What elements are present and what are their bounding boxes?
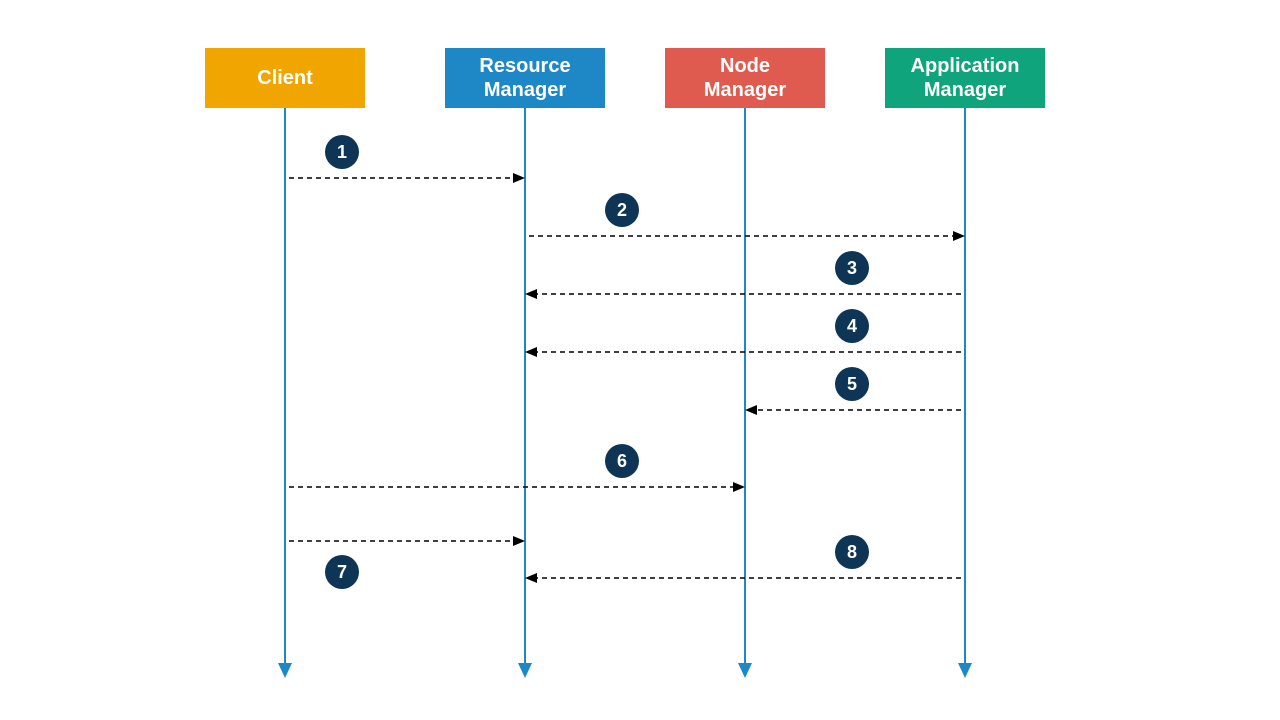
step-badge-2: 2: [605, 193, 639, 227]
step-badge-4: 4: [835, 309, 869, 343]
participant-app-label: ApplicationManager: [911, 54, 1020, 102]
participant-resource-label: ResourceManager: [479, 54, 570, 102]
step-badge-8: 8: [835, 535, 869, 569]
participant-client-label: Client: [257, 66, 313, 90]
step-badge-5: 5: [835, 367, 869, 401]
step-badge-1: 1: [325, 135, 359, 169]
participant-node-label: NodeManager: [704, 54, 786, 102]
step-badge-7: 7: [325, 555, 359, 589]
participant-node: NodeManager: [665, 48, 825, 108]
participant-resource: ResourceManager: [445, 48, 605, 108]
participant-app: ApplicationManager: [885, 48, 1045, 108]
participant-client: Client: [205, 48, 365, 108]
step-badge-3: 3: [835, 251, 869, 285]
step-badge-6: 6: [605, 444, 639, 478]
sequence-diagram: Client ResourceManager NodeManager Appli…: [0, 0, 1280, 720]
